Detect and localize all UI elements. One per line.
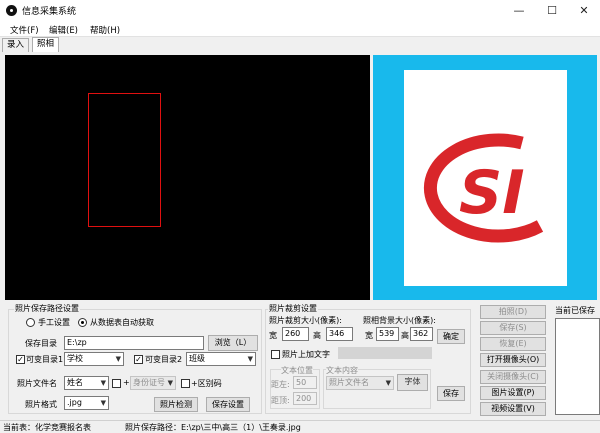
logo-text: SI [459, 158, 525, 228]
save-dir-label: 保存目录 [25, 339, 57, 348]
capture-button[interactable]: 拍照(D) [480, 305, 546, 319]
app-icon [6, 5, 17, 16]
auto-radio-label: 从数据表自动获取 [90, 318, 154, 327]
crop-frame[interactable] [88, 93, 161, 227]
open-camera-button[interactable]: 打开摄像头(O) [480, 353, 546, 367]
menu-file[interactable]: 文件(F) [10, 24, 39, 36]
format-select[interactable]: .jpg ▼ [64, 396, 109, 410]
left-input[interactable]: 50 [293, 376, 317, 389]
close-camera-button[interactable]: 关闭摄像头(C) [480, 370, 546, 384]
format-label: 照片格式 [25, 400, 57, 409]
preview-photo: SI [404, 70, 567, 286]
title-bar: 信息采集系统 — ☐ ✕ [0, 0, 600, 21]
minimize-button[interactable]: — [503, 0, 535, 21]
filename-label: 照片文件名 [17, 379, 57, 388]
bg-height-input[interactable]: 362 [410, 327, 433, 341]
status-save-path: 照片保存路径：E:\zp\三中\高三（1）\王奏录.jpg [125, 423, 301, 432]
var-dir1-select[interactable]: 学校 ▼ [64, 352, 124, 366]
save-dir-input[interactable]: E:\zp [64, 336, 204, 350]
menu-edit[interactable]: 编辑(E) [49, 24, 78, 36]
check-photo-button[interactable]: 照片检测 [154, 397, 198, 412]
si-logo: SI [423, 133, 544, 243]
text-content-select[interactable]: 照片文件名 ▼ [326, 376, 394, 390]
tab-entry[interactable]: 录入 [2, 38, 30, 52]
window-title: 信息采集系统 [22, 7, 77, 17]
restore-button[interactable]: 恢复(E) [480, 337, 546, 351]
plus-id-checkbox[interactable] [181, 379, 190, 388]
menu-help[interactable]: 帮助(H) [90, 24, 120, 36]
tab-strip: 录入 照相 [0, 37, 600, 52]
save-photo-button[interactable]: 保存(S) [480, 321, 546, 335]
saved-list[interactable] [555, 318, 600, 415]
browse-button[interactable]: 浏览（L） [208, 335, 258, 351]
add-text-checkbox[interactable] [271, 350, 280, 359]
maximize-button[interactable]: ☐ [536, 0, 568, 21]
close-button[interactable]: ✕ [568, 0, 600, 21]
left-label: 距左: [271, 380, 290, 389]
font-button[interactable]: 字体 [397, 374, 428, 391]
plus-id-label: +区别码 [191, 379, 222, 388]
saved-panel-title: 当前已保存 [555, 306, 595, 315]
text-content-label: 文本内容 [326, 365, 358, 376]
tab-photo[interactable]: 照相 [32, 37, 60, 52]
save-path-group-title: 照片保存路径设置 [14, 303, 80, 314]
crop-width-label: 宽 [269, 331, 277, 340]
text-color-bar[interactable] [338, 347, 432, 359]
text-pos-label: 文本位置 [281, 365, 313, 376]
bg-size-label: 照相背景大小(像素): [363, 316, 436, 325]
bg-width-label: 宽 [365, 331, 373, 340]
add-text-label: 照片上加文字 [282, 350, 330, 359]
id-checkbox[interactable] [112, 379, 121, 388]
var-dir2-select[interactable]: 班级 ▼ [186, 352, 256, 366]
top-input[interactable]: 200 [293, 392, 317, 405]
crop-width-input[interactable]: 260 [282, 327, 309, 341]
var-dir2-label: 可变目录2 [145, 355, 183, 364]
status-bar: 当前表：化学竞赛报名表 照片保存路径：E:\zp\三中\高三（1）\王奏录.jp… [0, 420, 600, 433]
image-settings-button[interactable]: 图片设置(P) [480, 386, 546, 400]
crop-size-label: 照片裁剪大小(像素): [269, 316, 342, 325]
crop-height-input[interactable]: 346 [326, 327, 353, 341]
var-dir2-checkbox[interactable]: ✓ [134, 355, 143, 364]
crop-save-button[interactable]: 保存 [437, 386, 465, 401]
video-settings-button[interactable]: 视频设置(V) [480, 402, 546, 416]
id-field-select[interactable]: 身份证号 ▼ [130, 376, 176, 390]
status-current-table: 当前表：化学竞赛报名表 [3, 423, 91, 432]
var-dir1-label: 可变目录1 [26, 355, 64, 364]
save-settings-button[interactable]: 保存设置 [206, 397, 250, 412]
filename-select[interactable]: 姓名 ▼ [64, 376, 109, 390]
top-label: 距顶: [271, 396, 290, 405]
var-dir1-checkbox[interactable]: ✓ [16, 355, 25, 364]
bg-height-label: 高 [401, 331, 409, 340]
manual-radio[interactable] [26, 318, 35, 327]
crop-group-title: 照片裁剪设置 [268, 303, 318, 314]
manual-radio-label: 手工设置 [38, 318, 70, 327]
bg-width-input[interactable]: 539 [376, 327, 399, 341]
crop-height-label: 高 [313, 331, 321, 340]
plus-sign: + [123, 378, 130, 387]
camera-view[interactable] [5, 55, 370, 300]
confirm-button[interactable]: 确定 [437, 329, 465, 344]
menu-bar: 文件(F) 编辑(E) 帮助(H) [0, 21, 600, 37]
auto-radio[interactable] [78, 318, 87, 327]
